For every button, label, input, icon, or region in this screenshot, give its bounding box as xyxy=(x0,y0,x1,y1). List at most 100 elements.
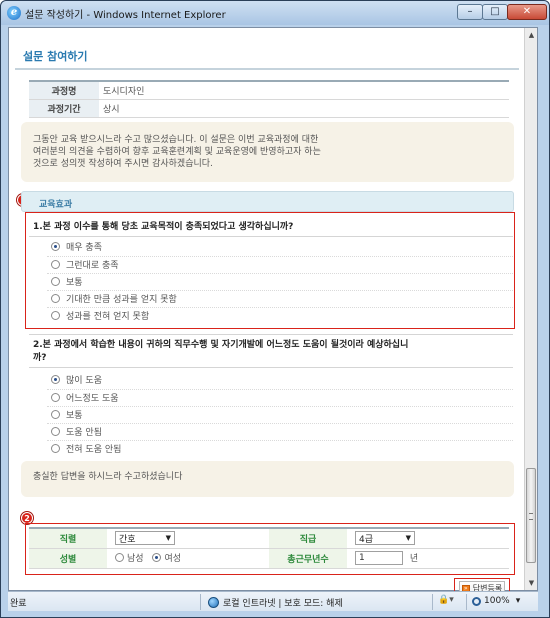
job-series-value: 간호 xyxy=(119,534,136,545)
maximize-button[interactable]: □ xyxy=(482,4,508,20)
job-series-label: 직렬 xyxy=(29,527,107,549)
intro-line-2: 여러분의 의견을 수렴하여 향후 교육훈련계획 및 교육운영에 반영하고자 하는 xyxy=(33,147,321,157)
question-1-title: 1.본 과정 이수를 통해 당초 교육목적이 충족되었다고 생각하십니까? xyxy=(33,222,294,232)
option-label: 매우 충족 xyxy=(66,242,102,253)
course-name-label: 과정명 xyxy=(29,80,99,100)
intro-line-3: 것으로 성의껏 작성하여 주시면 감사하겠습니다. xyxy=(33,159,213,169)
intro-line-1: 그동안 교육 받으시느라 수고 많으셨습니다. 이 설문은 이번 교육과정에 대… xyxy=(33,135,319,145)
internet-explorer-icon: e xyxy=(7,6,21,20)
option-label: 성과를 전혀 얻지 못함 xyxy=(66,311,150,322)
course-period-row: 과정기간 상시 xyxy=(29,99,509,118)
status-bar: 완료 로컬 인트라넷 | 보호 모드: 해제 🔒▾ 100% ▾ xyxy=(8,591,538,611)
zoom-icon xyxy=(472,596,481,606)
radio-unchecked-icon[interactable] xyxy=(51,443,60,453)
window-title: 설문 작성하기 - Windows Internet Explorer xyxy=(25,10,226,21)
thanks-notice: 충실한 답변을 하시느라 수고하셨습니다 xyxy=(21,461,514,497)
scroll-down-icon[interactable]: ▼ xyxy=(525,576,538,590)
radio-unchecked-icon[interactable] xyxy=(51,310,60,320)
grade-value: 4급 xyxy=(359,534,374,545)
question-2-option-2[interactable]: 어느정도 도움 xyxy=(51,391,119,404)
survey-page: 설문 참여하기 과정명 도시디자인 과정기간 상시 그동안 교육 받으시느라 수… xyxy=(9,28,525,610)
chevron-down-icon: ▼ xyxy=(165,534,171,543)
job-series-select[interactable]: 간호 ▼ xyxy=(115,531,175,546)
course-period-value: 상시 xyxy=(99,99,509,118)
radio-unchecked-icon[interactable] xyxy=(51,276,60,286)
question-1-divider xyxy=(29,236,513,237)
respondent-info-table: 직렬 간호 ▼ 직급 4급 ▼ 성별 남성 여성 총근무년수 1 년 xyxy=(29,527,509,569)
radio-unchecked-icon[interactable] xyxy=(51,293,60,303)
question-2-option-5[interactable]: 전혀 도움 안됨 xyxy=(51,442,122,455)
option-label: 보통 xyxy=(66,277,83,288)
protected-mode-icon[interactable]: 🔒▾ xyxy=(438,595,454,605)
section-title: 교육효과 xyxy=(39,200,73,210)
question-1-option-5[interactable]: 성과를 전혀 얻지 못함 xyxy=(51,309,150,322)
job-series-cell: 간호 ▼ xyxy=(107,527,269,549)
grade-label: 직급 xyxy=(269,527,347,549)
gender-option-label: 남성 xyxy=(127,554,144,564)
status-separator xyxy=(200,594,201,610)
option-label: 기대한 만큼 성과를 얻지 못함 xyxy=(66,294,177,305)
question-2-divider xyxy=(29,367,513,368)
grade-cell: 4급 ▼ xyxy=(347,527,509,549)
option-divider xyxy=(47,406,513,407)
security-zone[interactable]: 로컬 인트라넷 | 보호 모드: 해제 xyxy=(208,596,343,609)
radio-unchecked-icon[interactable] xyxy=(51,392,60,402)
zoom-control[interactable]: 100% ▾ xyxy=(472,596,520,606)
page-title: 설문 참여하기 xyxy=(23,50,88,63)
question-2-title-line-1: 2.본 과정에서 학습한 내용이 귀하의 직무수행 및 자기개발에 어느정도 도… xyxy=(33,340,409,350)
chevron-down-icon: ▼ xyxy=(405,534,411,543)
years-label: 총근무년수 xyxy=(269,548,347,569)
course-period-label: 과정기간 xyxy=(29,99,99,118)
years-cell: 1 년 xyxy=(347,548,509,569)
years-unit: 년 xyxy=(409,553,419,564)
question-1-option-4[interactable]: 기대한 만큼 성과를 얻지 못함 xyxy=(51,292,177,305)
gender-option-label: 여성 xyxy=(164,554,181,564)
grade-select[interactable]: 4급 ▼ xyxy=(355,531,415,546)
question-1-option-1[interactable]: 매우 충족 xyxy=(51,240,102,253)
option-divider xyxy=(47,423,513,424)
course-name-row: 과정명 도시디자인 xyxy=(29,80,509,100)
question-2-option-3[interactable]: 보통 xyxy=(51,408,83,421)
zoom-level: 100% xyxy=(484,596,510,606)
option-label: 많이 도움 xyxy=(66,375,102,386)
intro-notice: 그동안 교육 받으시느라 수고 많으셨습니다. 이 설문은 이번 교육과정에 대… xyxy=(21,122,514,182)
radio-unchecked-icon[interactable] xyxy=(51,409,60,419)
zone-text: 로컬 인트라넷 | 보호 모드: 해제 xyxy=(223,599,343,609)
course-info-table: 과정명 도시디자인 과정기간 상시 xyxy=(29,80,509,118)
close-button[interactable]: ✕ xyxy=(507,4,547,20)
browser-window: e 설문 작성하기 - Windows Internet Explorer – … xyxy=(0,0,550,618)
course-name-value: 도시디자인 xyxy=(99,80,509,100)
option-label: 도움 안됨 xyxy=(66,427,102,438)
title-bar[interactable]: e 설문 작성하기 - Windows Internet Explorer – … xyxy=(1,1,549,25)
title-divider xyxy=(15,68,519,70)
vertical-scrollbar[interactable]: ▲ ▼ xyxy=(524,28,537,590)
browser-content-area: 설문 참여하기 과정명 도시디자인 과정기간 상시 그동안 교육 받으시느라 수… xyxy=(8,27,538,610)
option-label: 어느정도 도움 xyxy=(66,393,119,404)
option-label: 그런대로 충족 xyxy=(66,260,119,271)
radio-checked-icon[interactable] xyxy=(51,241,60,251)
scrollbar-thumb[interactable] xyxy=(526,468,536,563)
radio-checked-icon[interactable] xyxy=(152,553,162,562)
gender-option-female[interactable]: 여성 xyxy=(152,551,181,564)
question-2-option-4[interactable]: 도움 안됨 xyxy=(51,425,102,438)
thanks-text: 충실한 답변을 하시느라 수고하셨습니다 xyxy=(33,472,183,482)
option-divider xyxy=(47,273,513,274)
radio-unchecked-icon[interactable] xyxy=(115,553,124,562)
radio-checked-icon[interactable] xyxy=(51,374,60,384)
scroll-up-icon[interactable]: ▲ xyxy=(525,28,538,42)
question-1-option-3[interactable]: 보통 xyxy=(51,275,83,288)
radio-unchecked-icon[interactable] xyxy=(51,426,60,436)
option-label: 전혀 도움 안됨 xyxy=(66,444,122,455)
years-input[interactable]: 1 xyxy=(355,551,403,566)
status-separator xyxy=(466,594,467,610)
minimize-button[interactable]: – xyxy=(457,4,483,20)
question-1-option-2[interactable]: 그런대로 충족 xyxy=(51,258,119,271)
radio-unchecked-icon[interactable] xyxy=(51,259,60,269)
option-label: 보통 xyxy=(66,410,83,421)
question-2-title: 2.본 과정에서 학습한 내용이 귀하의 직무수행 및 자기개발에 어느정도 도… xyxy=(33,339,503,365)
question-2-option-1[interactable]: 많이 도움 xyxy=(51,373,102,386)
question-2-top-divider xyxy=(29,334,513,335)
gender-option-male[interactable]: 남성 xyxy=(115,551,144,564)
zoom-dropdown-icon[interactable]: ▾ xyxy=(516,596,521,606)
respondent-row-1: 직렬 간호 ▼ 직급 4급 ▼ xyxy=(29,527,509,549)
